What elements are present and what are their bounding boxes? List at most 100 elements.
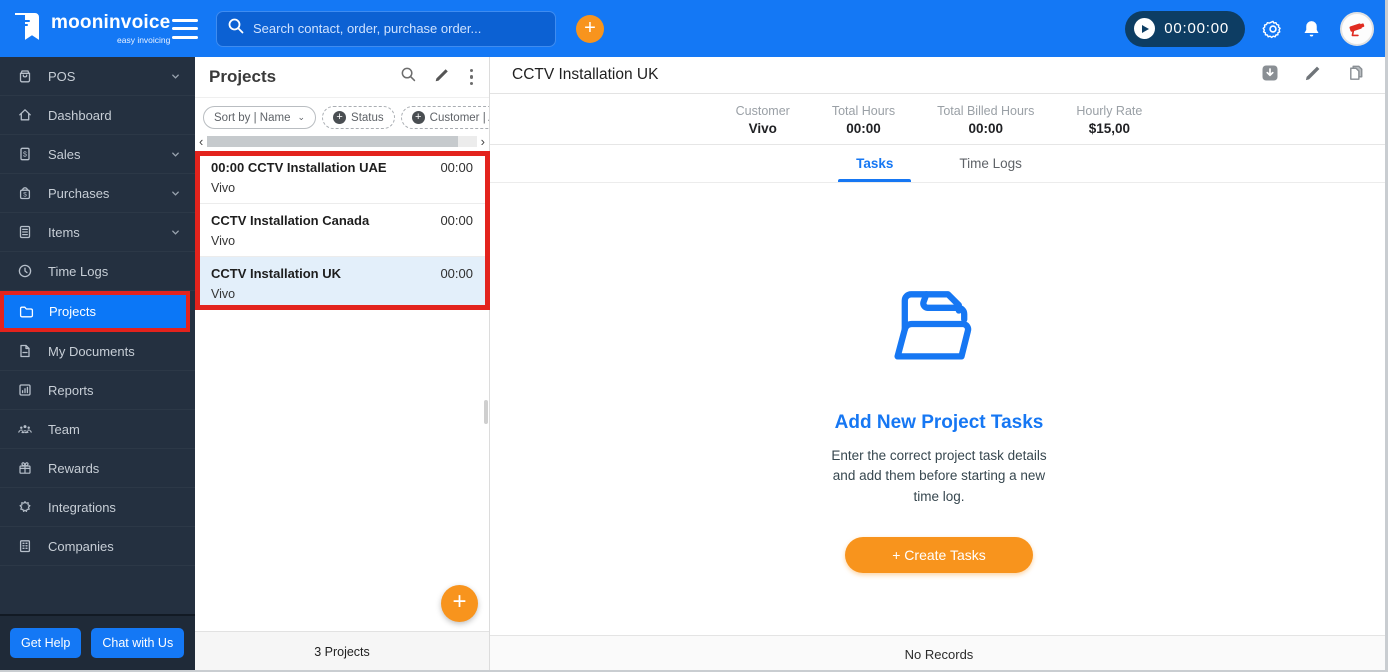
plus-icon: + [411,111,425,124]
search-icon [227,17,245,40]
archive-icon[interactable] [1260,63,1280,88]
projects-panel-title: Projects [209,67,277,86]
project-list-item[interactable]: CCTV Installation Canada 00:00 Vivo [195,204,489,257]
tab-tasks[interactable]: Tasks [838,145,912,182]
add-project-fab[interactable]: + [441,585,478,622]
global-search[interactable] [216,10,556,47]
scroll-left-arrow[interactable]: ‹ [198,135,204,148]
sidebar-item-label: My Documents [48,343,135,359]
tab-time-logs[interactable]: Time Logs [941,145,1040,182]
project-time: 00:00 [440,266,473,281]
sidebar-item-reports[interactable]: Reports [0,371,195,410]
projects-count-footer: 3 Projects [195,631,489,672]
stat-customer: Customer Vivo [736,104,790,136]
projects-edit-pencil-icon[interactable] [434,66,451,88]
stat-label: Total Billed Hours [937,104,1035,118]
project-customer: Vivo [211,181,236,195]
sidebar-item-label: Projects [49,304,96,319]
no-records-footer: No Records [490,635,1388,672]
play-icon[interactable] [1134,18,1156,39]
app-logo: mooninvoice easy invoicing [12,12,170,46]
filter-chips-row: Sort by | Name ⌄ + Status + Customer | A… [195,98,489,134]
status-filter-chip[interactable]: + Status [322,106,395,129]
sidebar-nav: POS Dashboard $ Sales $ Purchases Items … [0,57,195,672]
building-icon [19,540,31,553]
chevron-down-icon [172,152,179,157]
chevron-down-icon [172,230,179,235]
team-icon [18,425,32,434]
user-avatar[interactable] [1340,11,1374,46]
sidebar-item-label: Reports [48,382,94,398]
project-list-item[interactable]: 00:00 CCTV Installation UAE 00:00 Vivo [195,151,489,204]
hamburger-menu-icon[interactable] [172,18,198,39]
purchases-bag-icon: $ [19,187,31,200]
sidebar-item-label: Rewards [48,460,100,476]
sidebar-item-sales[interactable]: $ Sales [0,135,195,174]
notifications-bell-icon[interactable] [1301,18,1323,40]
timer-widget[interactable]: 00:00:00 [1125,10,1245,47]
sidebar-item-label: Time Logs [48,263,109,279]
project-time: 00:00 [440,160,473,175]
project-title: CCTV Installation UK [211,266,342,281]
empty-state-description: Enter the correct project task details a… [831,448,1047,504]
sidebar-item-time-logs[interactable]: Time Logs [0,252,195,291]
sidebar-item-team[interactable]: Team [0,410,195,449]
sidebar-item-rewards[interactable]: Rewards [0,449,195,488]
sidebar-item-label: Integrations [48,499,116,515]
project-time: 00:00 [440,213,473,228]
project-title: 00:00 CCTV Installation UAE [211,160,387,175]
copy-duplicate-icon[interactable] [1347,63,1366,87]
project-customer: Vivo [211,287,236,301]
settings-gear-icon[interactable] [1262,18,1284,40]
project-stats-row: Customer Vivo Total Hours 00:00 Total Bi… [490,94,1388,145]
stat-label: Customer [735,104,790,118]
create-tasks-button[interactable]: + Create Tasks [845,536,1033,573]
sidebar-item-label: POS [48,68,76,84]
chevron-down-icon [172,74,179,79]
projects-search-icon[interactable] [400,66,417,88]
chat-with-us-button[interactable]: Chat with Us [91,628,185,658]
brand-name: mooninvoice [51,11,171,33]
project-list-item-selected[interactable]: CCTV Installation UK 00:00 Vivo [195,257,489,310]
scrollbar-track[interactable] [207,136,477,147]
folder-icon [19,306,34,317]
stat-value: $15,00 [1088,121,1130,136]
logo-text: mooninvoice easy invoicing [51,13,170,45]
quick-add-button[interactable]: + [576,14,604,43]
search-input[interactable] [253,21,545,36]
integration-icon [19,501,31,512]
svg-text:$: $ [23,151,27,158]
sidebar-item-dashboard[interactable]: Dashboard [0,96,195,135]
stat-total-billed-hours: Total Billed Hours 00:00 [937,104,1034,136]
sidebar-item-label: Team [48,421,80,437]
scroll-right-arrow[interactable]: › [480,135,486,148]
sidebar-item-my-documents[interactable]: My Documents [0,332,195,371]
empty-state: Add New Project Tasks Enter the correct … [490,183,1388,635]
sidebar-item-integrations[interactable]: Integrations [0,488,195,527]
sort-by-chip[interactable]: Sort by | Name ⌄ [203,106,317,129]
sidebar-item-items[interactable]: Items [0,213,195,252]
sales-receipt-icon: $ [20,147,30,161]
stat-total-hours: Total Hours 00:00 [832,104,895,136]
sidebar-item-pos[interactable]: POS [0,57,195,96]
sidebar-item-companies[interactable]: Companies [0,527,195,566]
plus-icon: + [333,111,347,124]
sidebar-item-purchases[interactable]: $ Purchases [0,174,195,213]
items-list-icon [19,225,31,239]
open-folder-icon [894,291,972,360]
stat-value: 00:00 [968,121,1003,136]
detail-tabs: Tasks Time Logs [490,145,1388,183]
mooninvoice-logo-icon [12,12,42,46]
scrollbar-thumb[interactable] [207,136,458,147]
sidebar-footer: Get Help Chat with Us [0,614,195,672]
edit-pencil-icon[interactable] [1304,63,1323,87]
empty-state-heading: Add New Project Tasks [834,412,1044,433]
get-help-button[interactable]: Get Help [10,628,82,658]
customer-filter-chip[interactable]: + Customer | All [400,106,489,129]
projects-more-options-icon[interactable] [468,67,476,88]
project-list: 00:00 CCTV Installation UAE 00:00 Vivo C… [195,151,490,310]
sidebar-item-projects[interactable]: Projects [0,291,190,332]
top-header-bar: mooninvoice easy invoicing + 00:00:00 [0,0,1388,57]
panel-vertical-scrollbar[interactable] [484,400,488,424]
stat-value: Vivo [748,121,777,136]
